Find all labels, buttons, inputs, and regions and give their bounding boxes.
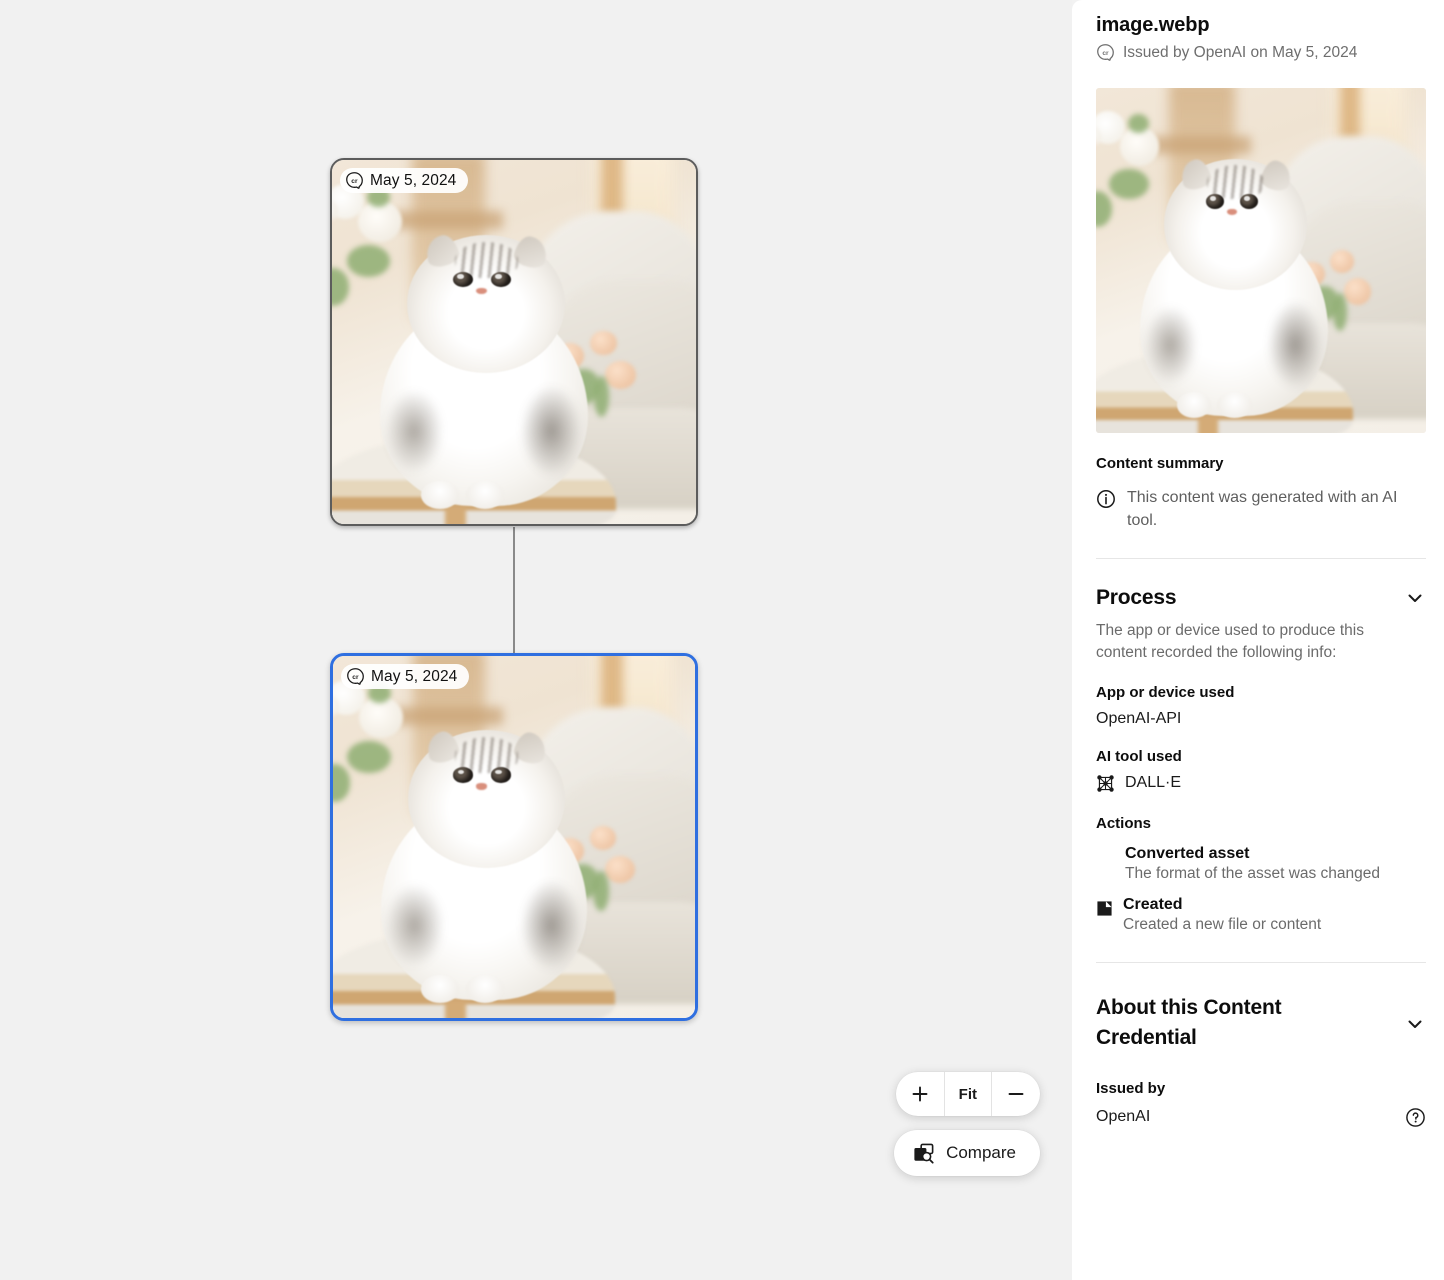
compare-button[interactable]: Compare — [894, 1130, 1040, 1176]
svg-text:cr: cr — [1102, 50, 1109, 57]
asset-preview-thumbnail[interactable] — [1096, 88, 1426, 433]
process-heading: Process — [1096, 583, 1176, 613]
chevron-down-icon[interactable] — [1404, 587, 1426, 609]
zoom-in-button[interactable] — [896, 1072, 944, 1116]
process-description: The app or device used to produce this c… — [1096, 620, 1396, 664]
issued-by-label: Issued by — [1096, 1080, 1426, 1097]
provenance-node-root[interactable]: cr May 5, 2024 — [330, 158, 698, 526]
section-divider — [1096, 962, 1426, 963]
issued-by-value: OpenAI — [1096, 1108, 1150, 1126]
action-name: Created — [1123, 896, 1321, 914]
zoom-out-button[interactable] — [991, 1072, 1040, 1116]
action-item-converted: Converted asset The format of the asset … — [1096, 845, 1426, 883]
content-summary-section: Content summary This content was generat… — [1096, 455, 1426, 532]
plus-icon — [910, 1084, 930, 1104]
svg-text:cr: cr — [351, 178, 358, 185]
provenance-node-selected[interactable]: cr May 5, 2024 — [330, 653, 698, 1021]
node-badge-label: May 5, 2024 — [371, 668, 457, 686]
content-summary-text: This content was generated with an AI to… — [1127, 486, 1426, 532]
node-credential-badge[interactable]: cr May 5, 2024 — [340, 168, 468, 193]
zoom-fit-label: Fit — [959, 1086, 977, 1103]
app-or-device-value: OpenAI-API — [1096, 710, 1426, 728]
dalle-icon — [1096, 774, 1115, 793]
canvas-controls: Fit Compare — [894, 1072, 1040, 1176]
node-connector-line — [513, 527, 515, 654]
info-icon — [1096, 489, 1116, 509]
help-icon[interactable] — [1405, 1107, 1426, 1128]
node-thumbnail-root — [332, 160, 696, 524]
compare-label: Compare — [946, 1143, 1016, 1163]
action-name: Converted asset — [1125, 845, 1380, 863]
node-credential-badge[interactable]: cr May 5, 2024 — [341, 664, 469, 689]
minus-icon — [1006, 1084, 1026, 1104]
actions-label: Actions — [1096, 815, 1426, 832]
content-credentials-icon: cr — [346, 667, 365, 686]
content-credentials-viewer: cr May 5, 2024 — [0, 0, 1444, 1280]
issued-by-summary-text: Issued by OpenAI on May 5, 2024 — [1123, 44, 1357, 62]
about-credential-section: About this Content Credential Issued by … — [1096, 993, 1426, 1128]
node-thumbnail-selected — [333, 656, 695, 1018]
svg-text:cr: cr — [352, 674, 359, 681]
provenance-canvas[interactable]: cr May 5, 2024 — [0, 0, 1072, 1280]
action-description: The format of the asset was changed — [1125, 865, 1380, 883]
process-section: Process The app or device used to produc… — [1096, 583, 1426, 933]
ai-tool-label: AI tool used — [1096, 748, 1426, 765]
ai-tool-value: DALL·E — [1125, 774, 1181, 792]
chevron-down-icon[interactable] — [1404, 1013, 1426, 1035]
content-summary-heading: Content summary — [1096, 455, 1426, 472]
zoom-control-group: Fit — [896, 1072, 1040, 1116]
node-badge-label: May 5, 2024 — [370, 172, 456, 190]
action-description: Created a new file or content — [1123, 916, 1321, 934]
content-credentials-icon: cr — [1096, 43, 1115, 62]
compare-icon — [914, 1143, 935, 1164]
created-file-icon — [1096, 900, 1113, 917]
action-item-created: Created Created a new file or content — [1096, 896, 1426, 934]
section-divider — [1096, 558, 1426, 559]
page-title: image.webp — [1096, 0, 1426, 37]
app-or-device-label: App or device used — [1096, 684, 1426, 701]
content-credentials-icon: cr — [345, 171, 364, 190]
credential-details-panel: image.webp cr Issued by OpenAI on May 5,… — [1072, 0, 1444, 1280]
about-heading: About this Content Credential — [1096, 993, 1386, 1054]
zoom-fit-button[interactable]: Fit — [944, 1072, 991, 1116]
issued-by-summary: cr Issued by OpenAI on May 5, 2024 — [1096, 43, 1426, 62]
